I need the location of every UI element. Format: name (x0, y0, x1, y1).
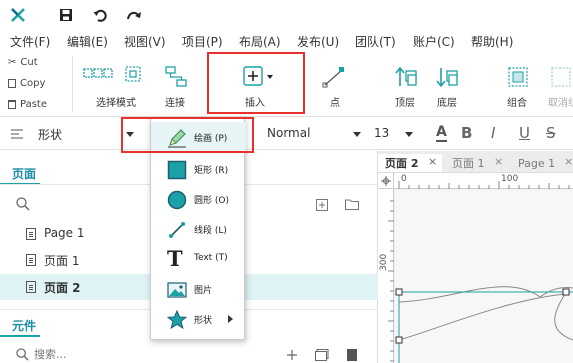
line-icon (169, 222, 185, 238)
menu-item-rectangle[interactable]: 矩形 (R) (151, 154, 246, 184)
bring-to-front-icon (395, 66, 417, 86)
document-icon (26, 281, 36, 293)
select-mode-button[interactable]: 选择模式 (82, 52, 146, 114)
document-icon (26, 254, 36, 266)
strikethrough-button[interactable]: S (546, 124, 556, 142)
add-page-icon[interactable] (316, 199, 328, 211)
group-button[interactable]: 组合 (502, 52, 536, 114)
menu-help[interactable]: 帮助(H) (471, 33, 513, 50)
ruler-ticks (398, 181, 570, 189)
menu-item-text[interactable]: T Text (T) (151, 244, 246, 274)
ruler-corner[interactable] (378, 173, 394, 189)
folder-icon[interactable] (345, 199, 359, 210)
x-logo-icon[interactable] (8, 5, 28, 25)
connect-button[interactable]: 连接 (160, 52, 194, 114)
horizontal-ruler: 0 100 (378, 173, 573, 189)
menu-item-shapes[interactable]: 形状 (151, 304, 246, 334)
cut-button[interactable]: ✂ Cut (8, 57, 38, 68)
pages-panel-title[interactable]: 页面 (12, 165, 36, 182)
chevron-down-icon[interactable] (405, 132, 413, 138)
document-icon (26, 228, 36, 240)
menu-item-line[interactable]: 线段 (L) (151, 214, 246, 244)
canvas-area: 页面 2 × 页面 1 × Page 1 × 0 100 300 (378, 151, 573, 363)
crosshair-icon (381, 176, 391, 186)
chevron-down-icon[interactable] (353, 132, 361, 138)
chevron-right-icon (228, 315, 233, 323)
widgets-panel-title[interactable]: 元件 (12, 317, 36, 334)
library-icon[interactable] (315, 349, 329, 361)
format-bar: 形状 Normal 13 A B I U S (0, 118, 573, 150)
send-to-back-icon (436, 68, 458, 88)
underline-button[interactable]: U (519, 124, 530, 142)
menu-item-image[interactable]: 图片 (151, 274, 246, 304)
menu-view[interactable]: 视图(V) (124, 33, 166, 50)
menu-layout[interactable]: 布局(A) (239, 33, 281, 50)
vertical-ruler: 300 (378, 189, 394, 363)
divider (72, 56, 73, 112)
page-tab[interactable]: 页面 1 × (445, 154, 509, 172)
point-button[interactable]: 点 (318, 52, 352, 114)
italic-button[interactable]: I (491, 124, 495, 142)
page-tab-active[interactable]: 页面 2 × (378, 154, 442, 172)
widget-library-icon[interactable] (347, 349, 357, 361)
drawing-canvas[interactable] (395, 190, 573, 363)
format-painter-icon[interactable] (10, 128, 24, 140)
close-icon[interactable]: × (428, 155, 437, 168)
point-icon (322, 67, 344, 88)
widget-search-input[interactable] (34, 345, 134, 363)
search-icon[interactable] (16, 348, 29, 361)
text-icon: T (167, 246, 183, 271)
close-icon[interactable]: × (564, 155, 573, 168)
selected-shape[interactable] (395, 190, 573, 363)
menu-team[interactable]: 团队(T) (355, 33, 396, 50)
close-icon[interactable]: × (494, 155, 503, 168)
bring-to-top-button[interactable]: 顶层 (390, 52, 424, 114)
font-color-button[interactable]: A (436, 124, 447, 142)
star-icon (167, 310, 187, 330)
menu-publish[interactable]: 发布(U) (297, 33, 339, 50)
add-icon[interactable] (286, 349, 298, 361)
menu-file[interactable]: 文件(F) (10, 33, 50, 50)
copy-button[interactable]: Copy (8, 78, 45, 89)
search-icon[interactable] (16, 197, 30, 211)
menu-project[interactable]: 项目(P) (182, 33, 223, 50)
title-bar (0, 0, 573, 30)
circle-icon (167, 190, 187, 210)
draw-highlight-box (121, 117, 254, 153)
widgets-tab-underline (0, 335, 40, 337)
paste-icon (8, 100, 16, 109)
text-style-select[interactable]: Normal (267, 126, 310, 140)
ruler-ticks (388, 200, 394, 362)
select-mode-icon (83, 68, 113, 78)
font-size-select[interactable]: 13 (374, 126, 389, 140)
connect-icon (165, 66, 187, 87)
menu-account[interactable]: 账户(C) (413, 33, 455, 50)
ungroup-button[interactable]: 取消组合 (544, 52, 573, 114)
image-icon (167, 282, 187, 298)
paste-button[interactable]: Paste (8, 99, 47, 110)
ruler-label: 100 (501, 174, 519, 184)
ruler-label: 300 (379, 253, 389, 271)
group-icon (508, 67, 528, 87)
insert-highlight-box (207, 52, 305, 114)
redo-icon[interactable] (124, 5, 144, 25)
menu-item-circle[interactable]: 圆形 (O) (151, 184, 246, 214)
menu-edit[interactable]: 编辑(E) (67, 33, 108, 50)
rectangle-icon (167, 160, 187, 180)
select-region-icon[interactable] (124, 65, 142, 83)
scissors-icon: ✂ (8, 57, 17, 68)
shape-type-label: 形状 (38, 128, 63, 142)
menu-bar: 文件(F) 编辑(E) 视图(V) 项目(P) 布局(A) 发布(U) 团队(T… (0, 30, 573, 52)
ungroup-icon (551, 67, 571, 87)
bold-button[interactable]: B (461, 124, 472, 142)
undo-icon[interactable] (90, 5, 110, 25)
ruler-label: 0 (401, 174, 407, 184)
send-to-bottom-button[interactable]: 底层 (431, 52, 465, 114)
page-tab[interactable]: Page 1 × (511, 154, 573, 172)
copy-icon (8, 79, 16, 88)
save-icon[interactable] (56, 5, 76, 25)
